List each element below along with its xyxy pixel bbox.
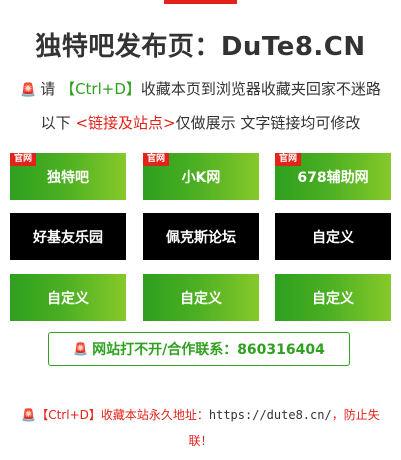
site-link-label: 自定义 bbox=[47, 290, 89, 307]
site-link-label: 自定义 bbox=[312, 290, 354, 307]
site-link-label: 佩克斯论坛 bbox=[166, 229, 236, 246]
alarm-icon: 🚨 bbox=[21, 408, 37, 422]
contact-text: 网站打不开/合作联系：860316404 bbox=[92, 342, 325, 358]
permanent-url-link[interactable]: https://dute8.cn/ bbox=[209, 408, 332, 422]
footer-suffix: ，防止失 bbox=[331, 408, 380, 422]
official-badge: 官网 bbox=[143, 153, 170, 166]
footer-notice: 🚨【Ctrl+D】收藏本站永久地址：https://dute8.cn/，防止失 … bbox=[0, 402, 401, 454]
site-link-dute8[interactable]: 官网 独特吧 bbox=[10, 153, 126, 200]
top-accent-bar bbox=[164, 0, 237, 4]
links-label: <链接及站点> bbox=[75, 114, 176, 132]
site-link-haojiyou[interactable]: 好基友乐园 bbox=[10, 213, 126, 260]
site-link-label: 小K网 bbox=[181, 169, 221, 186]
site-link-xiaok[interactable]: 官网 小K网 bbox=[143, 153, 259, 200]
official-badge: 官网 bbox=[275, 153, 302, 166]
site-link-label: 678辅助网 bbox=[297, 169, 369, 186]
site-link-label: 自定义 bbox=[312, 229, 354, 246]
notice-suffix: 收藏本页到浏览器收藏夹回家不迷路 bbox=[140, 80, 381, 98]
site-link-custom[interactable]: 自定义 bbox=[10, 274, 126, 321]
shortcut-text: 【Ctrl+D】 bbox=[60, 80, 141, 98]
site-link-custom[interactable]: 自定义 bbox=[275, 213, 391, 260]
links-suffix: 仅做展示 文字链接均可修改 bbox=[175, 114, 361, 132]
site-link-custom[interactable]: 自定义 bbox=[143, 274, 259, 321]
bookmark-notice: 🚨 请 【Ctrl+D】收藏本页到浏览器收藏夹回家不迷路 bbox=[0, 78, 401, 99]
notice-prefix: 请 bbox=[40, 80, 56, 98]
site-link-label: 好基友乐园 bbox=[33, 229, 103, 246]
site-link-custom[interactable]: 自定义 bbox=[275, 274, 391, 321]
site-link-label: 独特吧 bbox=[47, 169, 89, 186]
links-prefix: 以下 bbox=[40, 114, 71, 132]
links-notice: 以下 <链接及站点>仅做展示 文字链接均可修改 bbox=[0, 112, 401, 133]
footer-prefix: 【Ctrl+D】收藏本站永久地址： bbox=[36, 408, 209, 422]
site-link-peikesi[interactable]: 佩克斯论坛 bbox=[143, 213, 259, 260]
contact-button[interactable]: 🚨 网站打不开/合作联系：860316404 bbox=[48, 332, 350, 366]
footer-suffix-end: 联！ bbox=[188, 434, 213, 448]
page-title: 独特吧发布页：DuTe8.CN bbox=[35, 32, 366, 62]
alarm-icon: 🚨 bbox=[73, 342, 89, 356]
site-link-label: 自定义 bbox=[180, 290, 222, 307]
alarm-icon: 🚨 bbox=[20, 83, 37, 98]
official-badge: 官网 bbox=[10, 153, 37, 166]
site-link-678[interactable]: 官网 678辅助网 bbox=[275, 153, 391, 200]
